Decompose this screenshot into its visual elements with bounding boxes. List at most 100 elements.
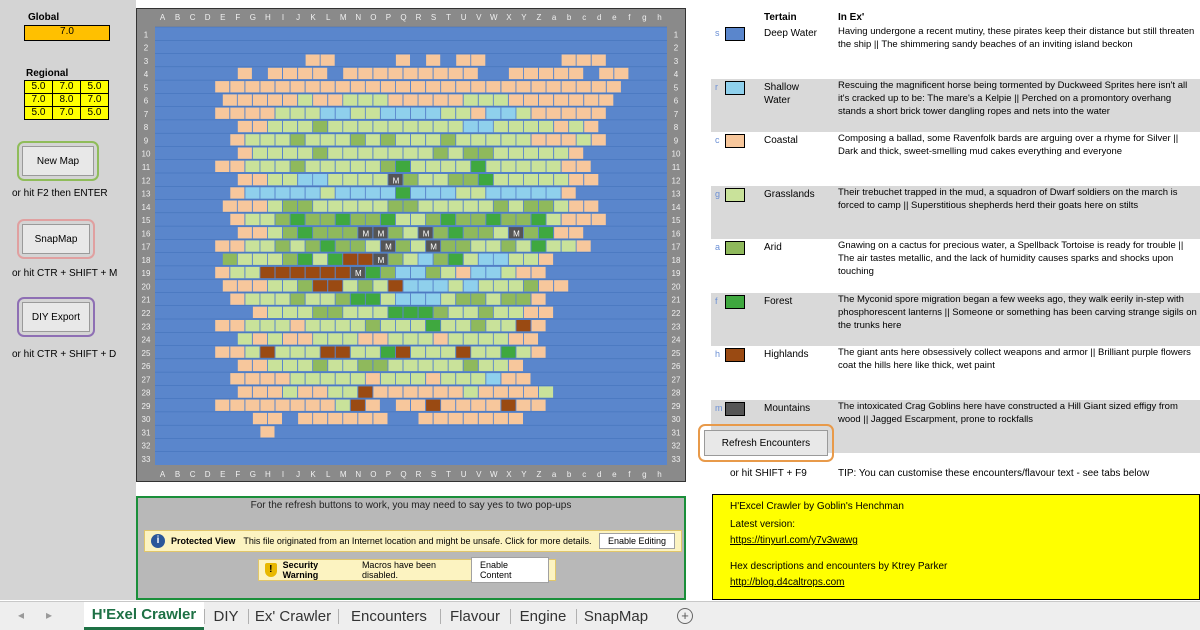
map-hex-r[interactable]: [418, 253, 433, 265]
map-hex-g[interactable]: [343, 174, 358, 186]
map-hex-c[interactable]: [403, 94, 418, 106]
map-hex-g[interactable]: [245, 293, 260, 305]
map-hex-g[interactable]: [335, 399, 350, 411]
map-hex-r[interactable]: [403, 280, 418, 292]
map-hex-a[interactable]: [501, 293, 516, 305]
map-hex-a[interactable]: [426, 266, 441, 279]
map-hex-g[interactable]: [448, 333, 463, 345]
map-hex-g[interactable]: [403, 359, 418, 372]
sheet-tab-flavour[interactable]: Flavour: [440, 602, 510, 630]
map-hex-g[interactable]: [335, 134, 350, 146]
map-hex-c[interactable]: [576, 54, 591, 66]
map-hex-g[interactable]: [441, 373, 456, 385]
map-hex-g[interactable]: [501, 160, 516, 172]
map-hex-g[interactable]: [365, 160, 380, 172]
map-hex-r[interactable]: [395, 293, 410, 305]
map-hex-a[interactable]: [441, 134, 456, 146]
map-hex-c[interactable]: [554, 280, 569, 292]
global-value[interactable]: 7.0: [24, 25, 110, 41]
map-hex-g[interactable]: [426, 160, 441, 172]
map-hex-g[interactable]: [463, 333, 478, 345]
blog-link[interactable]: http://blog.d4caltrops.com: [730, 577, 845, 588]
map-hex-c[interactable]: [298, 412, 313, 425]
map-hex-g[interactable]: [267, 333, 282, 345]
map-hex-c[interactable]: [373, 412, 388, 425]
map-hex-c[interactable]: [418, 412, 433, 425]
map-hex-a[interactable]: [471, 213, 486, 226]
map-hex-g[interactable]: [267, 200, 282, 212]
map-hex-g[interactable]: [305, 346, 320, 358]
map-hex-c[interactable]: [554, 120, 569, 133]
map-hex-c[interactable]: [305, 399, 320, 411]
map-hex-g[interactable]: [441, 160, 456, 172]
map-hex-a[interactable]: [433, 253, 448, 265]
map-hex-g[interactable]: [508, 174, 523, 186]
map-hex-h[interactable]: [350, 399, 365, 411]
map-hex-c[interactable]: [365, 399, 380, 411]
map-hex-f[interactable]: [365, 266, 380, 279]
map-hex-g[interactable]: [395, 320, 410, 332]
map-hex-g[interactable]: [411, 134, 426, 146]
map-hex-g[interactable]: [411, 320, 426, 332]
map-hex-g[interactable]: [539, 386, 554, 398]
map-hex-g[interactable]: [508, 253, 523, 265]
map-hex-c[interactable]: [569, 67, 584, 80]
map-hex-g[interactable]: [283, 280, 298, 292]
map-hex-r[interactable]: [471, 266, 486, 279]
map-hex-c[interactable]: [237, 67, 252, 80]
map-hex-f[interactable]: [486, 213, 501, 226]
map-hex-c[interactable]: [252, 386, 267, 398]
map-hex-g[interactable]: [290, 346, 305, 358]
map-hex-g[interactable]: [493, 147, 508, 159]
map-hex-c[interactable]: [584, 200, 599, 212]
map-hex-c[interactable]: [418, 67, 433, 80]
map-hex-c[interactable]: [237, 280, 252, 292]
map-hex-c[interactable]: [591, 134, 606, 146]
map-hex-c[interactable]: [554, 227, 569, 239]
map-hex-c[interactable]: [569, 174, 584, 186]
map-hex-c[interactable]: [584, 94, 599, 106]
map-hex-c[interactable]: [215, 399, 230, 411]
map-hex-c[interactable]: [305, 81, 320, 93]
map-hex-g[interactable]: [554, 174, 569, 186]
map-hex-a[interactable]: [350, 134, 365, 146]
map-hex-g[interactable]: [260, 160, 275, 172]
map-hex-a[interactable]: [471, 320, 486, 332]
regional-cell[interactable]: 5.0: [80, 106, 109, 120]
map-hex-g[interactable]: [328, 120, 343, 133]
map-hex-g[interactable]: [403, 120, 418, 133]
map-hex-c[interactable]: [313, 386, 328, 398]
map-hex-g[interactable]: [298, 120, 313, 133]
map-hex-g[interactable]: [426, 134, 441, 146]
map-hex-g[interactable]: [343, 386, 358, 398]
map-hex-a[interactable]: [313, 306, 328, 318]
map-hex-c[interactable]: [531, 346, 546, 358]
map-hex-a[interactable]: [222, 253, 237, 265]
sheet-tab-ex-crawler[interactable]: Ex' Crawler: [248, 602, 338, 630]
map-hex-g[interactable]: [365, 134, 380, 146]
map-hex-a[interactable]: [290, 293, 305, 305]
map-hex-c[interactable]: [237, 386, 252, 398]
map-hex-c[interactable]: [358, 412, 373, 425]
map-hex-g[interactable]: [441, 293, 456, 305]
map-hex-a[interactable]: [350, 213, 365, 226]
map-hex-c[interactable]: [290, 399, 305, 411]
map-hex-r[interactable]: [531, 187, 546, 199]
map-hex-g[interactable]: [508, 306, 523, 318]
map-hex-g[interactable]: [508, 280, 523, 292]
map-hex-g[interactable]: [531, 160, 546, 172]
map-hex-a[interactable]: [380, 266, 395, 279]
map-hex-c[interactable]: [275, 81, 290, 93]
map-hex-c[interactable]: [237, 200, 252, 212]
map-hex-c[interactable]: [245, 399, 260, 411]
map-hex-f[interactable]: [539, 227, 554, 239]
map-hex-c[interactable]: [252, 227, 267, 239]
map-hex-g[interactable]: [523, 253, 538, 265]
map-hex-c[interactable]: [230, 320, 245, 332]
map-hex-g[interactable]: [448, 359, 463, 372]
map-hex-g[interactable]: [539, 120, 554, 133]
map-hex-g[interactable]: [373, 147, 388, 159]
map-hex-a[interactable]: [523, 200, 538, 212]
map-hex-g[interactable]: [486, 346, 501, 358]
map-hex-c[interactable]: [561, 134, 576, 146]
